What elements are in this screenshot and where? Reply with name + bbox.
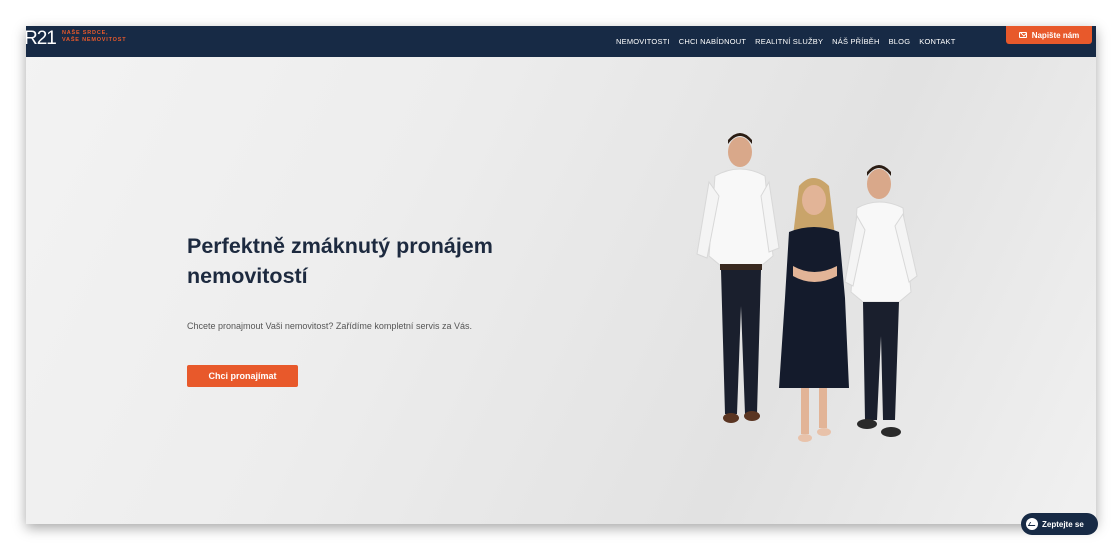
write-us-button[interactable]: Napište nám xyxy=(1006,26,1092,44)
messenger-icon xyxy=(1026,518,1038,530)
hero-subtitle: Chcete pronajmout Vaši nemovitost? Zaříd… xyxy=(187,321,472,331)
tagline-line-2: VAŠE NEMOVITOST xyxy=(62,37,127,43)
main-menu: NEMOVITOSTI CHCI NABÍDNOUT REALITNÍ SLUŽ… xyxy=(616,26,956,57)
rent-out-button[interactable]: Chci pronajímat xyxy=(187,365,298,387)
person-right xyxy=(844,165,918,437)
nav-item-nas-pribeh[interactable]: NÁŠ PŘÍBĚH xyxy=(832,37,879,46)
browser-viewport: R21 NAŠE SRDCE, VAŠE NEMOVITOST NEMOVITO… xyxy=(26,26,1096,524)
mail-icon xyxy=(1018,32,1027,38)
nav-item-blog[interactable]: BLOG xyxy=(889,37,911,46)
chat-widget-button[interactable]: Zeptejte se xyxy=(1021,513,1098,535)
nav-item-chci-nabidnout[interactable]: CHCI NABÍDNOUT xyxy=(679,37,746,46)
person-center xyxy=(779,178,849,442)
nav-item-nemovitosti[interactable]: NEMOVITOSTI xyxy=(616,37,670,46)
person-left xyxy=(696,133,780,423)
top-navbar: R21 NAŠE SRDCE, VAŠE NEMOVITOST NEMOVITO… xyxy=(26,26,1096,57)
team-photo xyxy=(696,133,918,442)
brand-tagline: NAŠE SRDCE, VAŠE NEMOVITOST xyxy=(62,30,126,44)
chat-widget-label: Zeptejte se xyxy=(1042,519,1084,529)
nav-item-realitni-sluzby[interactable]: REALITNÍ SLUŽBY xyxy=(755,37,823,46)
hero-title: Perfektně zmáknutý pronájem nemovitostí xyxy=(187,234,493,288)
brand-logo[interactable]: R21 xyxy=(26,28,57,50)
tagline-line-1: NAŠE SRDCE, xyxy=(62,30,109,36)
nav-item-kontakt[interactable]: KONTAKT xyxy=(919,37,955,46)
write-us-label: Napište nám xyxy=(1031,30,1080,40)
